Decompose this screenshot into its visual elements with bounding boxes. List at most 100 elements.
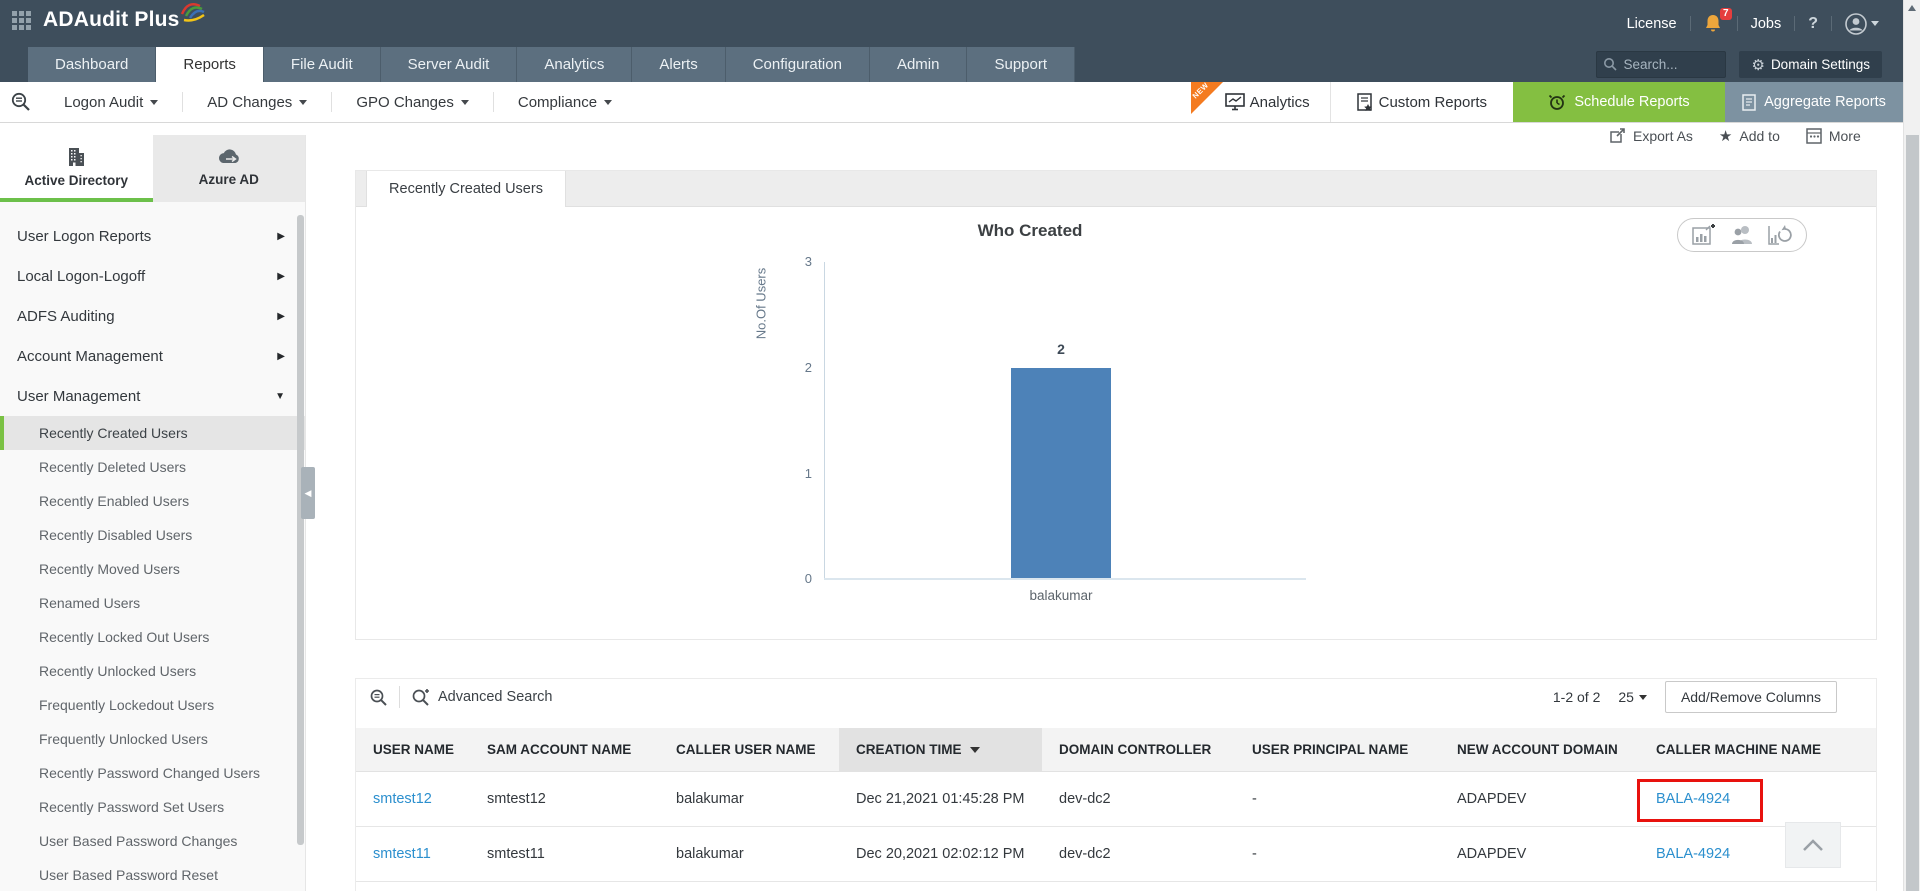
sam-account-name-cell: smtest11 — [470, 826, 659, 881]
chart-y-axis — [824, 262, 825, 579]
column-header-new-account-domain[interactable]: NEW ACCOUNT DOMAIN — [1440, 728, 1639, 771]
license-link[interactable]: License — [1627, 16, 1677, 32]
export-icon — [1610, 128, 1626, 144]
sidebar-item-frequently-lockedout-users[interactable]: Frequently Lockedout Users — [0, 688, 305, 722]
more-grid-icon — [1806, 128, 1822, 144]
tab-file-audit[interactable]: File Audit — [264, 47, 381, 82]
y-tick: 1 — [736, 466, 812, 481]
column-header-creation-time[interactable]: CREATION TIME — [839, 728, 1042, 771]
tab-admin[interactable]: Admin — [870, 47, 968, 82]
chevron-down-icon — [1639, 695, 1647, 700]
user-menu[interactable] — [1845, 13, 1879, 35]
user-name-link[interactable]: smtest12 — [373, 791, 432, 807]
sidebar-scrollbar[interactable] — [297, 215, 304, 845]
scrollbar-thumb[interactable] — [1906, 135, 1919, 891]
caller-machine-name-link[interactable]: BALA-4924 — [1656, 846, 1730, 862]
chart-bar-balakumar[interactable] — [1011, 368, 1111, 578]
add-chart-icon[interactable] — [1692, 224, 1716, 246]
menu-ad-changes[interactable]: AD Changes — [183, 94, 331, 111]
add-to-button[interactable]: ★ Add to — [1719, 127, 1780, 145]
tab-configuration[interactable]: Configuration — [726, 47, 870, 82]
more-button[interactable]: More — [1806, 128, 1861, 144]
menu-logon-audit[interactable]: Logon Audit — [40, 94, 182, 111]
tab-support[interactable]: Support — [967, 47, 1075, 82]
schedule-reports-button[interactable]: Schedule Reports — [1513, 82, 1725, 122]
report-finder-icon[interactable] — [10, 91, 32, 113]
pagination-range: 1-2 of 2 — [1553, 689, 1600, 705]
sidebar-item-renamed-users[interactable]: Renamed Users — [0, 586, 305, 620]
add-remove-columns-button[interactable]: Add/Remove Columns — [1665, 681, 1837, 713]
sidebar-item-recently-deleted-users[interactable]: Recently Deleted Users — [0, 450, 305, 484]
aggregate-reports-icon — [1742, 94, 1757, 111]
column-header-user-name[interactable]: USER NAME — [356, 728, 470, 771]
table-toolbar: Advanced Search 1-2 of 2 25 Add/Remove C… — [356, 679, 1876, 715]
apps-grid-icon[interactable] — [12, 11, 31, 30]
sidebar-item-recently-password-changed-users[interactable]: Recently Password Changed Users — [0, 756, 305, 790]
tab-recently-created-users[interactable]: Recently Created Users — [366, 171, 566, 207]
sidebar-item-account-management[interactable]: Account Management▶ — [0, 336, 305, 376]
menu-gpo-changes[interactable]: GPO Changes — [332, 94, 493, 111]
advanced-search-button[interactable]: Advanced Search — [411, 688, 552, 707]
column-header-sam-account-name[interactable]: SAM ACCOUNT NAME — [470, 728, 659, 771]
content-tabstrip: Recently Created Users — [356, 171, 1876, 207]
help-icon[interactable]: ? — [1808, 15, 1818, 33]
sidebar-item-user-based-password-changes[interactable]: User Based Password Changes — [0, 824, 305, 858]
sidebar-item-recently-locked-out-users[interactable]: Recently Locked Out Users — [0, 620, 305, 654]
sidebar-item-user-logon-reports[interactable]: User Logon Reports▶ — [0, 216, 305, 256]
sidebar-item-local-logon-logoff[interactable]: Local Logon-Logoff▶ — [0, 256, 305, 296]
adaudit-plus-app: ADAudit Plus License 7 Jobs — [0, 0, 1920, 891]
domain-controller-cell: dev-dc2 — [1042, 771, 1235, 826]
sidebar-item-recently-disabled-users[interactable]: Recently Disabled Users — [0, 518, 305, 552]
custom-reports-button[interactable]: Custom Reports — [1330, 82, 1513, 122]
new-account-domain-cell: ADAPDEV — [1440, 826, 1639, 881]
tab-dashboard[interactable]: Dashboard — [28, 47, 156, 82]
column-header-caller-user-name[interactable]: CALLER USER NAME — [659, 728, 839, 771]
chevron-down-icon — [604, 100, 612, 105]
sidebar-item-recently-moved-users[interactable]: Recently Moved Users — [0, 552, 305, 586]
notifications-bell-icon[interactable]: 7 — [1704, 14, 1724, 34]
search-column-icon[interactable] — [369, 688, 388, 707]
jobs-link[interactable]: Jobs — [1751, 16, 1782, 32]
avatar-icon — [1845, 13, 1867, 35]
primary-nav: Dashboard Reports File Audit Server Audi… — [0, 47, 1903, 82]
app-logo-text: ADAudit Plus — [43, 8, 180, 31]
caller-user-name-cell: balakumar — [659, 771, 839, 826]
sidebar-tab-active-directory[interactable]: Active Directory — [0, 135, 153, 202]
sidebar-item-adfs-auditing[interactable]: ADFS Auditing▶ — [0, 296, 305, 336]
user-chart-icon[interactable] — [1730, 224, 1754, 246]
sidebar-collapse-handle[interactable]: ◀ — [301, 467, 315, 519]
sidebar-item-recently-password-set-users[interactable]: Recently Password Set Users — [0, 790, 305, 824]
sidebar-tab-azure-ad[interactable]: Azure AD — [153, 135, 306, 202]
export-as-button[interactable]: Export As — [1610, 128, 1693, 144]
sidebar-item-user-management[interactable]: User Management▼ — [0, 376, 305, 416]
sidebar-item-recently-enabled-users[interactable]: Recently Enabled Users — [0, 484, 305, 518]
user-name-link[interactable]: smtest11 — [373, 846, 431, 862]
column-header-caller-machine-name[interactable]: CALLER MACHINE NAME — [1639, 728, 1876, 771]
sidebar-item-frequently-unlocked-users[interactable]: Frequently Unlocked Users — [0, 722, 305, 756]
sidebar-item-recently-unlocked-users[interactable]: Recently Unlocked Users — [0, 654, 305, 688]
scrollbar-up-arrow[interactable] — [1908, 5, 1916, 11]
menu-compliance[interactable]: Compliance — [494, 94, 636, 111]
scroll-to-top-button[interactable] — [1785, 822, 1841, 868]
report-table-card: Advanced Search 1-2 of 2 25 Add/Remove C… — [355, 678, 1877, 891]
page-size-select[interactable]: 25 — [1618, 689, 1647, 705]
sidebar-item-user-based-password-reset[interactable]: User Based Password Reset — [0, 858, 305, 891]
caller-machine-name-link[interactable]: BALA-4924 — [1656, 791, 1730, 807]
tab-analytics[interactable]: Analytics — [517, 47, 632, 82]
refresh-chart-icon[interactable] — [1768, 224, 1792, 246]
new-account-domain-cell: ADAPDEV — [1440, 771, 1639, 826]
column-header-domain-controller[interactable]: DOMAIN CONTROLLER — [1042, 728, 1235, 771]
domain-settings-button[interactable]: ⚙ Domain Settings — [1739, 51, 1882, 78]
top-bar: ADAudit Plus License 7 Jobs — [0, 0, 1903, 47]
sidebar-item-recently-created-users[interactable]: Recently Created Users — [0, 416, 305, 450]
page-scrollbar[interactable] — [1903, 0, 1920, 891]
app-logo[interactable]: ADAudit Plus — [43, 8, 206, 32]
column-header-user-principal-name[interactable]: USER PRINCIPAL NAME — [1235, 728, 1440, 771]
tab-alerts[interactable]: Alerts — [632, 47, 725, 82]
aggregate-reports-button[interactable]: Aggregate Reports — [1725, 82, 1903, 122]
tab-server-audit[interactable]: Server Audit — [381, 47, 518, 82]
tab-reports[interactable]: Reports — [156, 47, 264, 82]
reports-subnav: Logon Audit AD Changes GPO Changes Compl… — [0, 82, 1903, 123]
caller-user-name-cell: balakumar — [659, 826, 839, 881]
analytics-shortcut[interactable]: NEW Analytics — [1191, 82, 1330, 122]
